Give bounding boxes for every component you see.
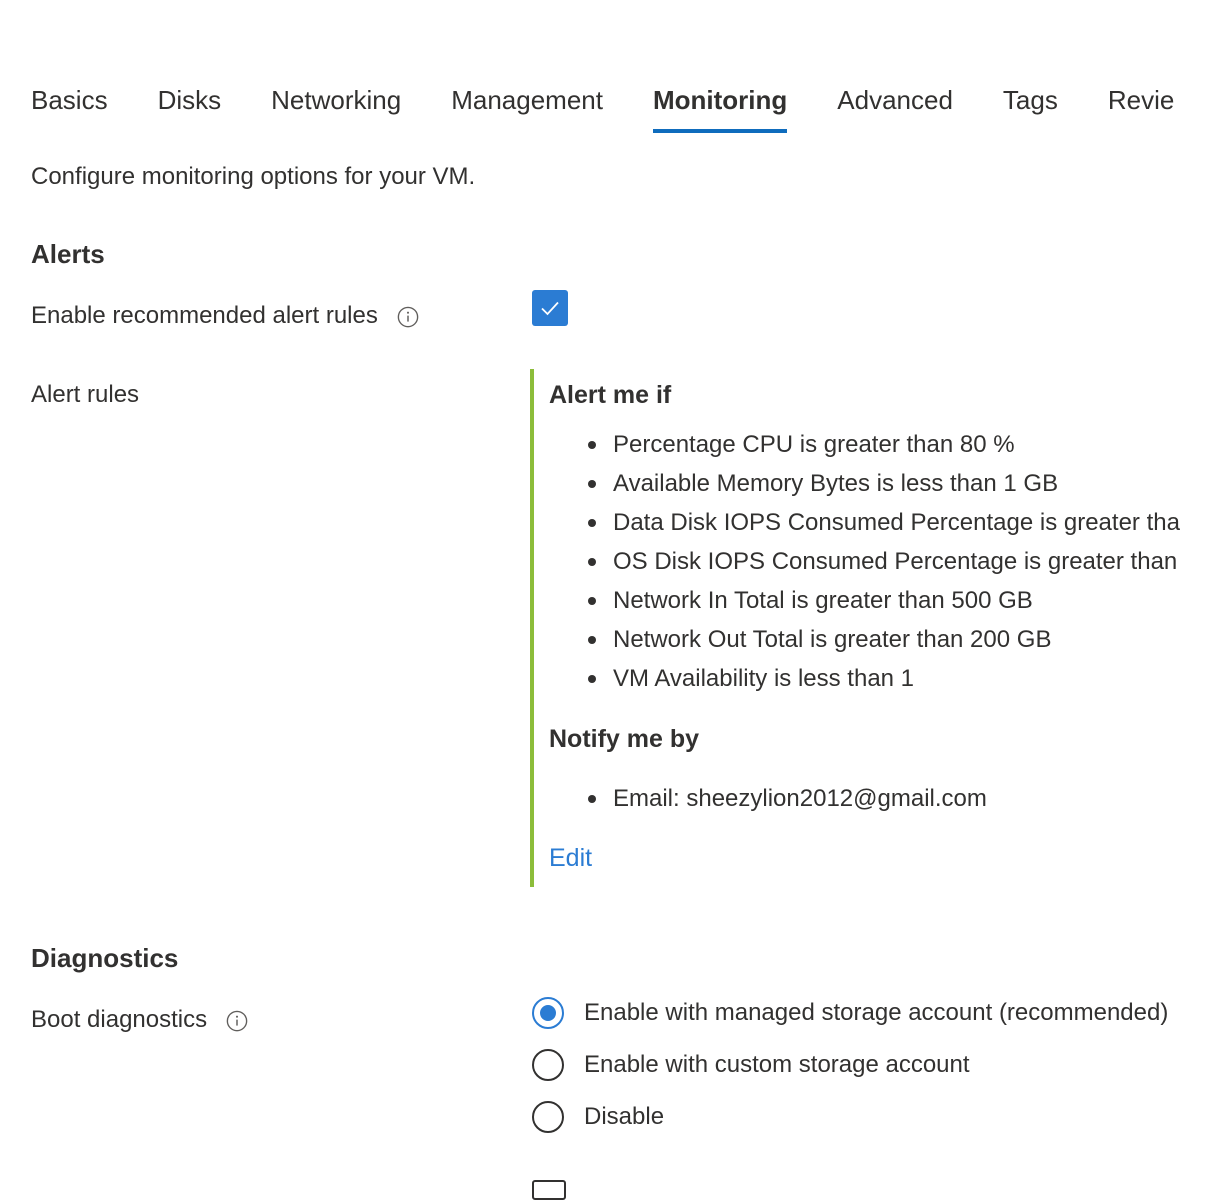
radio-label: Disable [584,1103,665,1130]
tab-basics[interactable]: Basics [31,82,108,134]
tab-monitoring[interactable]: Monitoring [652,82,788,134]
alerts-section-title: Alerts [31,239,105,269]
notify-me-by-heading: Notify me by [549,725,700,753]
tab-disks[interactable]: Disks [158,82,222,134]
edit-alert-rules-link[interactable]: Edit [549,841,592,875]
list-item: Network In Total is greater than 500 GB [588,581,1180,620]
diagnostics-section-title: Diagnostics [31,943,179,973]
list-item: VM Availability is less than 1 [588,659,1180,698]
radio-button[interactable] [532,1101,564,1133]
radio-managed-storage[interactable]: Enable with managed storage account (rec… [532,996,1168,1030]
list-item: Email: sheezylion2012@gmail.com [588,779,987,818]
checkmark-icon [541,301,559,316]
info-icon[interactable] [397,305,419,328]
alert-me-if-heading: Alert me if [549,381,672,409]
tab-bar: Basics Disks Networking Management Monit… [31,82,1222,134]
boot-diagnostics-text: Boot diagnostics [31,1006,208,1033]
list-item: Network Out Total is greater than 200 GB [588,620,1180,659]
radio-button[interactable] [532,997,564,1029]
info-icon[interactable] [226,1009,248,1032]
enable-alert-rules-label: Enable recommended alert rules [31,299,419,333]
radio-disable[interactable]: Disable [532,1100,664,1134]
alert-rules-label: Alert rules [31,378,139,412]
radio-label: Enable with managed storage account (rec… [584,999,1169,1026]
alert-rules-panel: Alert me if Percentage CPU is greater th… [530,369,1222,887]
alert-rules-text: Alert rules [31,381,140,408]
radio-custom-storage[interactable]: Enable with custom storage account [532,1048,970,1082]
alert-conditions-list: Percentage CPU is greater than 80 % Avai… [549,425,1180,698]
boot-diagnostics-label: Boot diagnostics [31,1003,248,1037]
enable-alert-rules-text: Enable recommended alert rules [31,302,378,329]
tab-advanced[interactable]: Advanced [837,82,953,134]
tab-networking[interactable]: Networking [271,82,401,134]
list-item: Data Disk IOPS Consumed Percentage is gr… [588,503,1180,542]
list-item: Percentage CPU is greater than 80 % [588,425,1180,464]
tab-management[interactable]: Management [451,82,603,134]
radio-label: Enable with custom storage account [584,1051,970,1078]
partially-visible-checkbox[interactable] [532,1180,566,1200]
list-item: Available Memory Bytes is less than 1 GB [588,464,1180,503]
notification-list: Email: sheezylion2012@gmail.com [549,779,987,818]
tab-tags[interactable]: Tags [1003,82,1058,134]
enable-alert-rules-checkbox[interactable] [532,290,568,326]
page-description: Configure monitoring options for your VM… [31,163,476,190]
tab-review[interactable]: Revie [1108,82,1174,134]
list-item: OS Disk IOPS Consumed Percentage is grea… [588,542,1180,581]
radio-button[interactable] [532,1049,564,1081]
